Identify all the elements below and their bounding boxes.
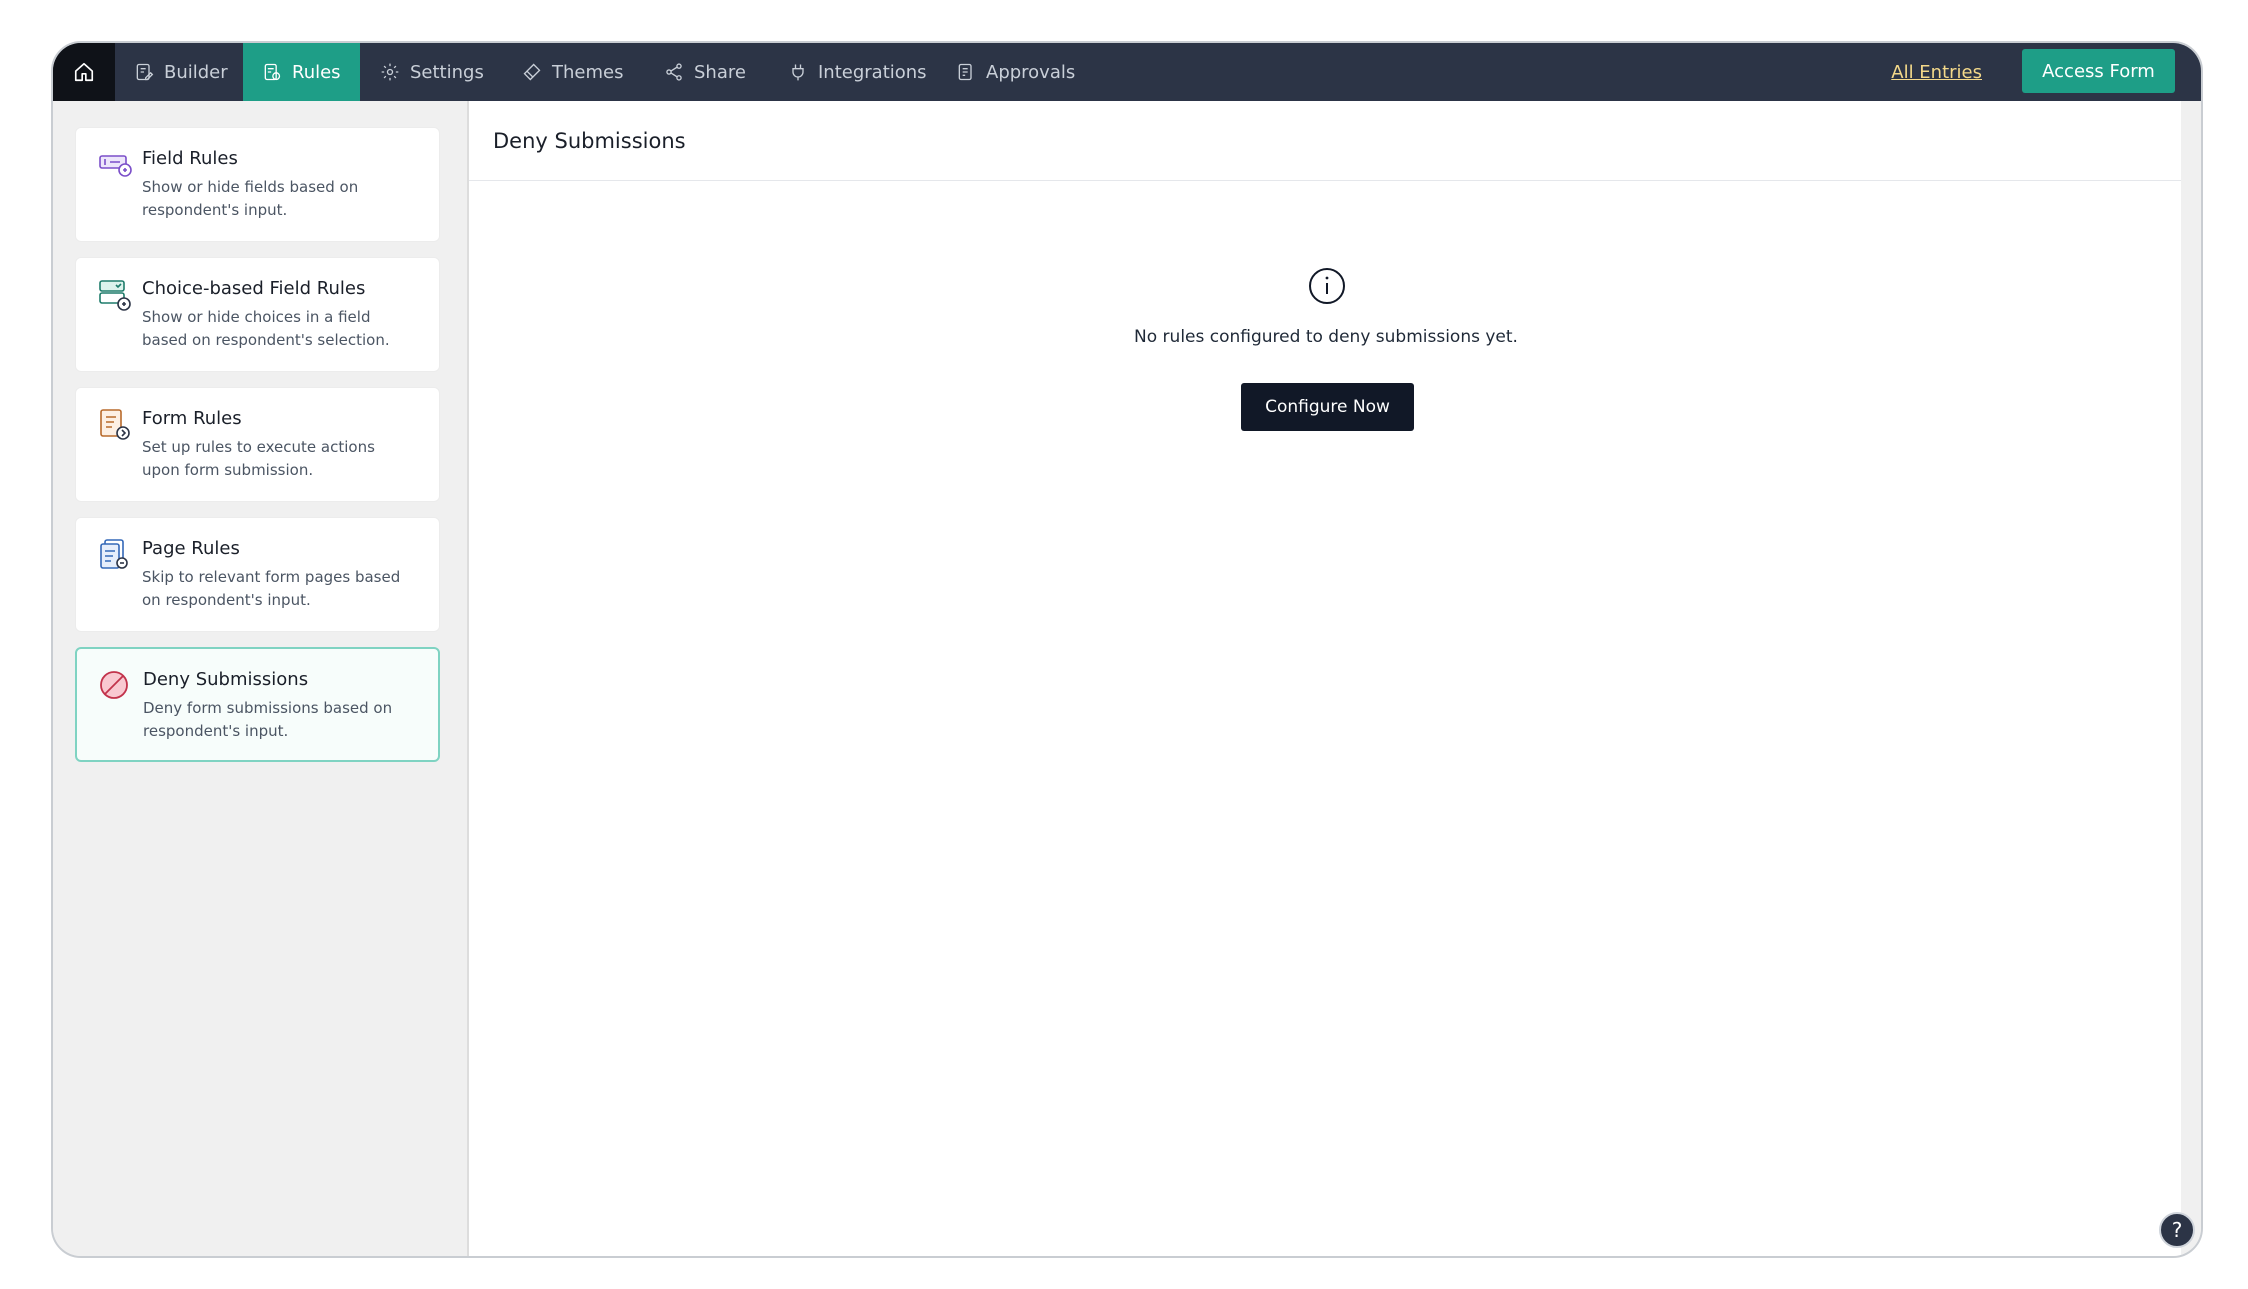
card-description: Skip to relevant form pages based on res…	[142, 568, 401, 609]
tab-share[interactable]: Share	[645, 43, 765, 101]
brush-icon	[523, 63, 541, 81]
tab-rules[interactable]: Rules	[243, 43, 360, 101]
gear-icon	[381, 63, 399, 81]
tab-integrations[interactable]: Integrations	[769, 43, 946, 101]
sidebar-item-deny-submissions[interactable]: Deny Submissions Deny form submissions b…	[75, 647, 440, 762]
right-gutter	[2181, 101, 2201, 1256]
card-description: Show or hide choices in a field based on…	[142, 308, 390, 349]
share-icon	[666, 63, 682, 81]
tab-label: Approvals	[986, 61, 1076, 83]
info-icon	[1309, 268, 1345, 304]
tab-builder[interactable]: Builder	[115, 43, 247, 101]
card-title: Page Rules	[142, 538, 240, 559]
access-form-button[interactable]: Access Form	[2022, 49, 2175, 93]
tab-label: Builder	[164, 61, 228, 83]
tab-label: Settings	[410, 61, 484, 83]
sidebar-item-field-rules[interactable]: Field Rules Show or hide fields based on…	[75, 127, 440, 242]
builder-icon	[136, 63, 154, 81]
configure-now-button[interactable]: Configure Now	[1241, 383, 1414, 431]
plug-icon	[792, 64, 804, 81]
empty-state-text: No rules configured to deny submissions …	[1134, 327, 1518, 347]
card-description: Show or hide fields based on respondent'…	[142, 178, 359, 219]
help-button[interactable]: ?	[2159, 1212, 2195, 1248]
field-rules-icon	[99, 155, 132, 177]
home-icon	[74, 62, 94, 82]
form-rules-icon	[100, 409, 130, 440]
tab-label: Share	[694, 61, 746, 83]
sidebar-item-page-rules[interactable]: Page Rules Skip to relevant form pages b…	[75, 517, 440, 632]
tab-label: Rules	[292, 61, 341, 83]
card-title: Deny Submissions	[143, 669, 309, 690]
approvals-icon	[958, 63, 972, 81]
page-rules-icon	[100, 539, 128, 569]
tab-themes[interactable]: Themes	[503, 43, 642, 101]
main-panel: Deny Submissions No rules configured to …	[469, 101, 2183, 1256]
tab-label: Integrations	[818, 61, 927, 83]
card-title: Form Rules	[142, 408, 242, 429]
card-description: Set up rules to execute actions upon for…	[142, 438, 375, 479]
top-nav: Builder Rules Settings Themes Share Inte…	[53, 43, 2201, 101]
all-entries-link[interactable]: All Entries	[1891, 43, 1982, 101]
card-title: Field Rules	[142, 148, 238, 169]
deny-icon	[100, 671, 128, 699]
tab-approvals[interactable]: Approvals	[937, 43, 1094, 101]
sidebar-item-form-rules[interactable]: Form Rules Set up rules to execute actio…	[75, 387, 440, 502]
card-title: Choice-based Field Rules	[142, 278, 366, 299]
sidebar-item-choice-field-rules[interactable]: Choice-based Field Rules Show or hide ch…	[75, 257, 440, 372]
rules-icon	[264, 63, 281, 81]
rules-sidebar: Field Rules Show or hide fields based on…	[53, 101, 469, 1256]
page-title: Deny Submissions	[469, 101, 2183, 181]
home-button[interactable]	[53, 43, 115, 101]
tab-settings[interactable]: Settings	[361, 43, 503, 101]
app-window: Builder Rules Settings Themes Share Inte…	[51, 41, 2203, 1258]
card-description: Deny form submissions based on responden…	[143, 699, 393, 740]
tab-label: Themes	[552, 61, 624, 83]
choice-rules-icon	[99, 280, 131, 311]
